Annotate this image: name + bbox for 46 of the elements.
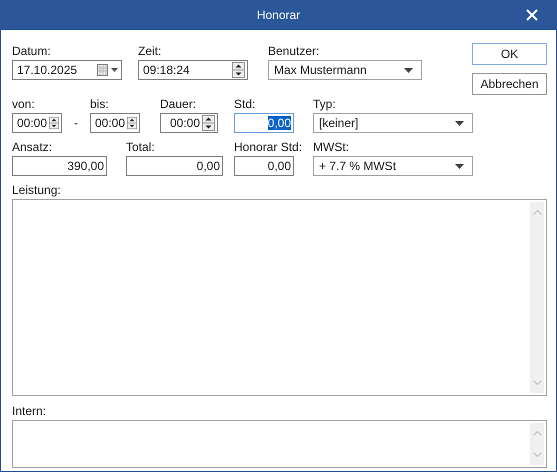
field-label: Benutzer:	[268, 44, 320, 59]
field-label: Std:	[234, 97, 256, 112]
spin-field[interactable]: 09:18:24	[138, 60, 248, 80]
scroll-down-icon[interactable]	[532, 452, 542, 457]
dropdown[interactable]: [keiner]	[313, 113, 473, 133]
field-label: Leistung:	[12, 183, 62, 198]
field-label: bis:	[90, 97, 109, 112]
scroll-down-icon[interactable]	[532, 380, 542, 385]
spin-buttons-icon[interactable]	[202, 115, 215, 131]
field-label: Intern:	[12, 404, 48, 419]
input-field[interactable]: 0,00	[234, 156, 294, 176]
field-label: Zeit:	[138, 44, 162, 59]
window-title: Honorar	[256, 8, 300, 22]
spin-buttons-icon[interactable]	[232, 62, 245, 78]
spin-field[interactable]: 00:00	[90, 113, 140, 133]
scroll-up-icon[interactable]	[532, 210, 542, 215]
input-field[interactable]: 390,00	[12, 156, 107, 176]
spin-field[interactable]: 00:00	[12, 113, 62, 133]
spin-field[interactable]: 00:00	[160, 113, 218, 133]
dash-separator: -	[73, 115, 79, 132]
scroll-up-icon[interactable]	[532, 431, 542, 436]
calendar-dropdown-icon[interactable]	[97, 64, 119, 76]
input-field[interactable]: 0,00	[126, 156, 223, 176]
field-label: Datum:	[12, 44, 51, 59]
dropdown[interactable]: Max Mustermann	[268, 60, 422, 80]
field-label: Typ:	[313, 97, 336, 112]
close-icon[interactable]	[526, 9, 538, 21]
field-label: Total:	[126, 140, 155, 155]
spin-buttons-icon[interactable]	[127, 115, 137, 131]
field-label: MWSt:	[313, 140, 349, 155]
dialog-button[interactable]: OK	[472, 43, 547, 65]
scrollbar[interactable]	[530, 202, 544, 393]
field-label: Dauer:	[160, 97, 196, 112]
dropdown-caret-icon	[455, 164, 464, 168]
dropdown[interactable]: + 7.7 % MWSt	[313, 156, 473, 176]
field-label: von:	[12, 97, 35, 112]
spin-buttons-icon[interactable]	[49, 115, 59, 131]
date-field[interactable]: 17.10.2025	[12, 60, 122, 80]
dropdown-caret-icon	[455, 120, 464, 126]
text-area[interactable]	[12, 420, 547, 468]
dialog-button[interactable]: Abbrechen	[472, 73, 547, 95]
scrollbar[interactable]	[530, 423, 544, 465]
dropdown-caret-icon	[404, 68, 413, 72]
field-label: Honorar Std:	[234, 140, 302, 155]
input-field[interactable]: 0,00	[234, 113, 294, 133]
field-label: Ansatz:	[12, 140, 52, 155]
